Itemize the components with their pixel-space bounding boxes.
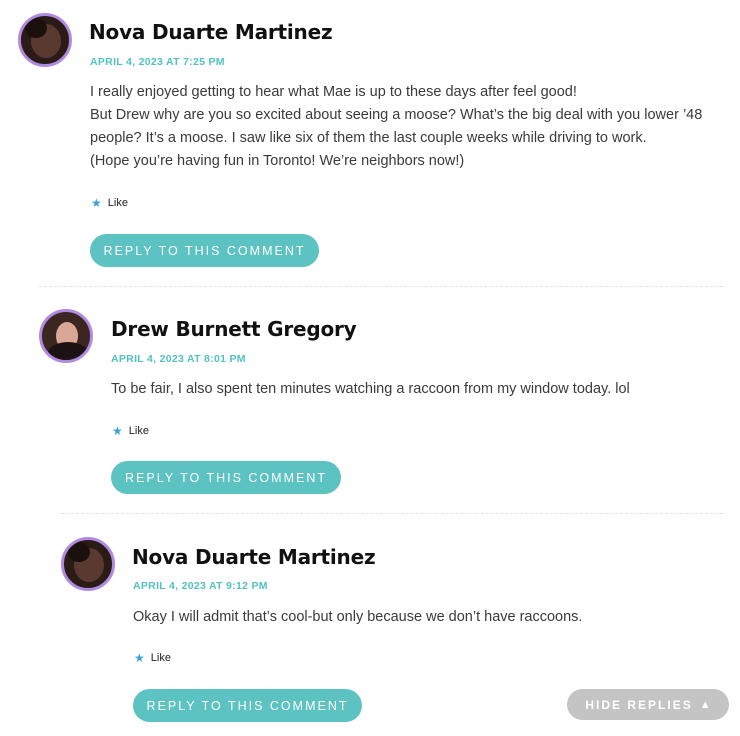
comment-author[interactable]: Nova Duarte Martinez [89,20,333,44]
comment-line: (Hope you’re having fun in Toronto! We’r… [90,153,465,169]
comment-line: Okay I will admit that’s cool-but only b… [133,609,583,625]
like-button[interactable]: ★ Like [112,424,149,438]
comment-line: To be fair, I also spent ten minutes wat… [111,381,630,397]
star-icon: ★ [134,651,145,665]
comment-body: I really enjoyed getting to hear what Ma… [90,81,710,173]
star-icon: ★ [112,424,123,438]
like-button[interactable]: ★ Like [134,651,171,665]
comment-body: Okay I will admit that’s cool-but only b… [133,606,713,629]
like-label: Like [107,197,128,209]
comment-author[interactable]: Nova Duarte Martinez [132,545,376,569]
comment-divider [39,286,723,287]
comment-line: But Drew why are you so excited about se… [90,107,703,146]
hide-replies-button[interactable]: HIDE REPLIES ▲ [567,689,729,720]
comment-body: To be fair, I also spent ten minutes wat… [111,378,711,401]
reply-button[interactable]: REPLY TO THIS COMMENT [111,461,341,494]
avatar[interactable] [18,13,72,67]
like-label: Like [150,652,171,664]
like-label: Like [128,425,149,437]
avatar[interactable] [61,537,115,591]
comment-date[interactable]: APRIL 4, 2023 AT 8:01 PM [111,353,246,365]
reply-button[interactable]: REPLY TO THIS COMMENT [133,689,362,722]
hide-replies-label: HIDE REPLIES [585,697,693,712]
comment-author[interactable]: Drew Burnett Gregory [111,317,357,341]
comment-divider [61,513,723,514]
comment-date[interactable]: APRIL 4, 2023 AT 7:25 PM [90,56,225,68]
like-button[interactable]: ★ Like [91,196,128,210]
comment-line: I really enjoyed getting to hear what Ma… [90,84,577,100]
reply-button[interactable]: REPLY TO THIS COMMENT [90,234,319,267]
star-icon: ★ [91,196,102,210]
triangle-up-icon: ▲ [699,698,711,711]
comment-date[interactable]: APRIL 4, 2023 AT 9:12 PM [133,580,268,592]
avatar[interactable] [39,309,93,363]
